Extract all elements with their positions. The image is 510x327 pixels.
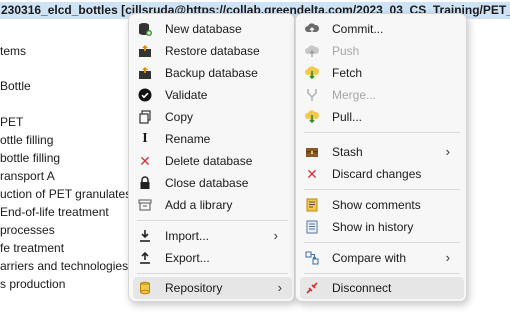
chevron-right-icon: ›: [445, 144, 450, 159]
menu-separator: [137, 273, 288, 274]
menu-label: Discard changes: [332, 167, 422, 181]
commit-cloud-icon: [304, 21, 320, 37]
menu-separator: [304, 273, 460, 274]
menu-label: Show comments: [332, 198, 421, 212]
tree-item[interactable]: fe treatment: [0, 239, 64, 257]
discard-x-icon: ✕: [306, 166, 318, 182]
fetch-cloud-icon: [304, 65, 320, 81]
menu-item-show-comments[interactable]: Show comments: [304, 194, 460, 216]
menu-item-commit[interactable]: Commit...: [304, 18, 460, 40]
tree-item[interactable]: Bottle: [0, 77, 31, 95]
disconnect-icon: [304, 280, 320, 296]
compare-icon: [304, 250, 320, 266]
tree-item[interactable]: processes: [0, 221, 55, 239]
import-icon: [137, 228, 153, 244]
menu-item-push[interactable]: Push: [304, 40, 460, 62]
repository-submenu: Commit... Push Fetch Merge... Pull... St…: [295, 13, 467, 302]
menu-item-backup-database[interactable]: Backup database: [137, 62, 288, 84]
menu-label: Stash: [332, 145, 363, 159]
menu-label: Pull...: [332, 110, 363, 124]
menu-item-add-library[interactable]: Add a library: [137, 194, 288, 216]
menu-separator: [304, 132, 460, 133]
menu-label: Validate: [165, 88, 208, 102]
menu-label: Backup database: [165, 66, 258, 80]
menu-label: Import...: [165, 229, 210, 243]
menu-label: Delete database: [165, 154, 253, 168]
tree-item[interactable]: End-of-life treatment: [0, 203, 109, 221]
menu-item-repository[interactable]: Repository ›: [133, 277, 292, 299]
text-cursor-icon: I: [142, 131, 148, 146]
menu-item-show-history[interactable]: Show in history: [304, 216, 460, 238]
menu-item-compare-with[interactable]: Compare with ›: [304, 247, 460, 269]
chevron-right-icon: ›: [445, 250, 450, 265]
menu-label: Rename: [165, 132, 211, 146]
menu-separator: [304, 189, 460, 190]
copy-icon: [137, 109, 153, 125]
menu-item-discard-changes[interactable]: ✕ Discard changes: [304, 163, 460, 185]
menu-item-validate[interactable]: Validate: [137, 84, 288, 106]
tree-item[interactable]: tems: [0, 42, 26, 60]
menu-label: Commit...: [332, 22, 384, 36]
context-menu: New database Restore database Backup dat…: [128, 13, 295, 302]
menu-item-close-database[interactable]: Close database: [137, 172, 288, 194]
menu-item-rename[interactable]: I Rename: [137, 128, 288, 150]
tree-item[interactable]: ottle filling: [0, 131, 53, 149]
menu-item-restore-database[interactable]: Restore database: [137, 40, 288, 62]
check-circle-icon: [137, 87, 153, 103]
stash-chest-icon: [304, 144, 320, 160]
menu-label: Disconnect: [332, 281, 392, 295]
menu-item-disconnect[interactable]: Disconnect: [300, 277, 464, 299]
menu-label: Add a library: [165, 198, 233, 212]
comments-icon: [304, 197, 320, 213]
tree-item[interactable]: s production: [0, 275, 65, 293]
menu-label: Close database: [165, 176, 249, 190]
repository-cylinder-icon: [137, 280, 153, 296]
tree-item[interactable]: ransport A: [0, 167, 55, 185]
pull-cloud-icon: [304, 109, 320, 125]
menu-label: Merge...: [332, 88, 377, 102]
menu-item-import[interactable]: Import... ›: [137, 225, 288, 247]
tree-item[interactable]: arriers and technologies: [0, 257, 128, 275]
lock-icon: [137, 175, 153, 191]
menu-item-copy[interactable]: Copy: [137, 106, 288, 128]
menu-item-delete-database[interactable]: ✕ Delete database: [137, 150, 288, 172]
merge-icon: [304, 87, 320, 103]
menu-separator: [137, 220, 288, 221]
backup-icon: [137, 65, 153, 81]
menu-item-new-database[interactable]: New database: [137, 18, 288, 40]
history-icon: [304, 219, 320, 235]
menu-item-merge[interactable]: Merge...: [304, 84, 460, 106]
menu-label: Push: [332, 44, 360, 58]
database-add-icon: [137, 21, 153, 37]
menu-label: Copy: [165, 110, 194, 124]
menu-item-stash[interactable]: Stash ›: [304, 141, 460, 163]
tree-item[interactable]: uction of PET granulates: [0, 185, 131, 203]
library-icon: [137, 197, 153, 213]
restore-icon: [137, 43, 153, 59]
menu-label: Fetch: [332, 66, 363, 80]
menu-label: Export...: [165, 251, 210, 265]
menu-item-pull[interactable]: Pull...: [304, 106, 460, 128]
push-cloud-icon: [304, 43, 320, 59]
menu-item-export[interactable]: Export...: [137, 247, 288, 269]
delete-x-icon: ✕: [139, 153, 151, 169]
tree-item[interactable]: PET: [0, 113, 23, 131]
chevron-right-icon: ›: [277, 280, 282, 295]
menu-label: Restore database: [165, 44, 260, 58]
menu-separator: [304, 242, 460, 243]
menu-label: Compare with: [332, 251, 407, 265]
menu-item-fetch[interactable]: Fetch: [304, 62, 460, 84]
export-icon: [137, 250, 153, 266]
chevron-right-icon: ›: [273, 228, 278, 243]
menu-label: Show in history: [332, 220, 414, 234]
tree-item[interactable]: bottle filling: [0, 149, 60, 167]
menu-label: New database: [165, 22, 242, 36]
menu-label: Repository: [165, 281, 223, 295]
